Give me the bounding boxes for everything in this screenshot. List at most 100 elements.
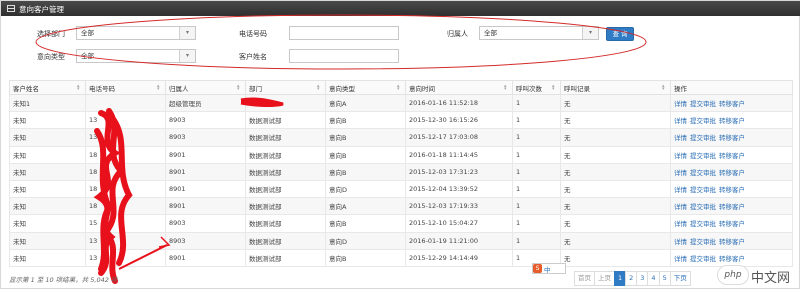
pagination: 首页 上页 1 2 3 4 5 下页 xyxy=(574,271,691,286)
table-cell: 无 xyxy=(560,214,671,233)
transfer-customer-link[interactable]: 转移客户 xyxy=(719,186,745,194)
submit-approval-link[interactable]: 提交审批 xyxy=(690,100,716,108)
table-icon xyxy=(7,5,15,12)
detail-link[interactable]: 详情 xyxy=(674,117,687,125)
col-header[interactable]: 意向时间 ▴ ▾ xyxy=(405,80,513,95)
table-row: 未知 13 8903 数据测试部 意向B 2015-12-30 16:15:26 1 无详情提… xyxy=(9,111,793,130)
col-header[interactable]: 呼叫次数 ▴ ▾ xyxy=(512,80,561,95)
table-cell: 8901 xyxy=(165,145,246,164)
table-cell: 2015-12-10 15:04:27 xyxy=(405,214,513,233)
table-cell: 意向B xyxy=(325,128,406,147)
detail-link[interactable]: 详情 xyxy=(674,152,687,160)
transfer-customer-link[interactable]: 转移客户 xyxy=(719,203,745,211)
col-header[interactable]: 呼叫记录 ▴ ▾ xyxy=(560,80,671,95)
table-cell: 18 xyxy=(85,179,166,199)
table-cell: 意向A xyxy=(325,197,406,216)
table-cell: 未知 xyxy=(9,145,86,164)
ime-mode: 中 xyxy=(544,265,551,274)
table-cell: 2016-01-18 11:14:45 xyxy=(405,145,513,164)
table-cell: 数据测试部 xyxy=(245,179,326,199)
ime-toolbar[interactable]: S 中 xyxy=(532,263,566,274)
col-header: 操作 xyxy=(670,80,793,95)
intent-customer-panel: 意向客户管理 选择部门 全部 ▾ 电话号码 归属人 全部 ▾ 查 询 意向类型 … xyxy=(0,0,800,289)
detail-link[interactable]: 详情 xyxy=(674,186,687,194)
submit-approval-link[interactable]: 提交审批 xyxy=(690,255,716,263)
transfer-customer-link[interactable]: 转移客户 xyxy=(719,152,745,160)
table-cell: 2015-12-29 14:14:49 xyxy=(405,248,513,267)
table-cell: 数据测试部 xyxy=(245,145,326,164)
submit-approval-link[interactable]: 提交审批 xyxy=(690,220,716,228)
table-cell: 1 xyxy=(512,179,561,199)
detail-link[interactable]: 详情 xyxy=(674,255,687,263)
col-header[interactable]: 客户姓名 ▴ ▾ xyxy=(9,80,86,95)
table-cell: 无 xyxy=(560,128,671,147)
sogou-icon: S xyxy=(533,264,542,273)
detail-link[interactable]: 详情 xyxy=(674,100,687,108)
table-cell: 2016-01-16 11:52:18 xyxy=(405,93,513,113)
transfer-customer-link[interactable]: 转移客户 xyxy=(719,255,745,263)
submit-approval-link[interactable]: 提交审批 xyxy=(690,117,716,125)
table-cell: 8901 xyxy=(165,248,246,267)
table-cell: 1 xyxy=(512,162,561,181)
detail-link[interactable]: 详情 xyxy=(674,238,687,246)
transfer-customer-link[interactable]: 转移客户 xyxy=(719,134,745,142)
table-cell: 未知 xyxy=(9,111,86,130)
submit-approval-link[interactable]: 提交审批 xyxy=(690,134,716,142)
table-cell: 无 xyxy=(560,145,671,164)
table-cell: 意向D xyxy=(325,231,406,250)
table-cell: 未知1 xyxy=(9,93,86,113)
row-actions: 详情 提交审批 转移客户 xyxy=(670,197,793,216)
row-actions: 详情 提交审批 转移客户 xyxy=(670,93,793,113)
table-row: 未知 13 8903 数据测试部 意向D 2016-01-19 11:21:00 1 无详情提… xyxy=(9,231,793,250)
table-cell: 无 xyxy=(560,248,671,267)
transfer-customer-link[interactable]: 转移客户 xyxy=(719,169,745,177)
col-header[interactable]: 归属人 ▴ ▾ xyxy=(165,80,246,95)
col-header[interactable]: 意向类型 ▴ ▾ xyxy=(325,80,406,95)
table-cell: 1 xyxy=(512,214,561,233)
watermark-text: 中文网 xyxy=(751,271,791,286)
table-cell: 意向B xyxy=(325,111,406,130)
table-row: 未知 13 8901 数据测试部 意向B 2015-12-29 14:14:49 1 无详情提… xyxy=(9,248,793,267)
detail-link[interactable]: 详情 xyxy=(674,169,687,177)
table-cell: 1 xyxy=(512,145,561,164)
detail-link[interactable]: 详情 xyxy=(674,134,687,142)
transfer-customer-link[interactable]: 转移客户 xyxy=(719,100,745,108)
submit-approval-link[interactable]: 提交审批 xyxy=(690,152,716,160)
table-cell: 数据测试部 xyxy=(245,197,326,216)
table-cell: 8903 xyxy=(165,214,246,233)
row-actions: 详情 提交审批 转移客户 xyxy=(670,179,793,199)
submit-approval-link[interactable]: 提交审批 xyxy=(690,203,716,211)
transfer-customer-link[interactable]: 转移客户 xyxy=(719,117,745,125)
table-cell: 未知 xyxy=(9,214,86,233)
page-next[interactable]: 下页 xyxy=(669,271,691,286)
table-row: 未知1 超级管理员 意向A 2016-01-16 11:52:18 1 无详情 提交审批 转移… xyxy=(9,93,793,113)
table-cell: 无 xyxy=(560,179,671,199)
table-cell: 2016-01-19 11:21:00 xyxy=(405,231,513,250)
page-first[interactable]: 首页 xyxy=(574,271,595,286)
table-cell: 13 xyxy=(85,248,166,267)
detail-link[interactable]: 详情 xyxy=(674,203,687,211)
submit-approval-link[interactable]: 提交审批 xyxy=(690,238,716,246)
row-actions: 详情 提交审批 转移客户 xyxy=(670,162,793,181)
table-header-row: 客户姓名 ▴ ▾ 电话号码 ▴ ▾ 归属人 ▴ ▾ 部门 ▴ ▾ 意向类型 ▴ ▾ 意向时间 ▴ ▾ 呼… xyxy=(9,80,793,95)
submit-approval-link[interactable]: 提交审批 xyxy=(690,186,716,194)
table-row: 未知 18 8901 数据测试部 意向B 2015-12-03 17:31:23 1 无详情提… xyxy=(9,162,793,181)
table-cell: 2015-12-03 17:19:33 xyxy=(405,197,513,216)
submit-approval-link[interactable]: 提交审批 xyxy=(690,169,716,177)
table-cell: 8901 xyxy=(165,197,246,216)
table-cell: 1 xyxy=(512,231,561,250)
detail-link[interactable]: 详情 xyxy=(674,220,687,228)
pagination-info: 显示第 1 至 10 项结果，共 5,042 项 xyxy=(9,276,118,284)
col-header[interactable]: 电话号码 ▴ ▾ xyxy=(85,80,166,95)
page-prev[interactable]: 上页 xyxy=(594,271,615,286)
transfer-customer-link[interactable]: 转移客户 xyxy=(719,238,745,246)
table-cell: 无 xyxy=(560,162,671,181)
table-cell: 8903 xyxy=(165,128,246,147)
table-row: 未知 18 8901 数据测试部 意向A 2015-12-03 17:19:33 1 无详情提… xyxy=(9,197,793,216)
table-cell: 未知 xyxy=(9,162,86,181)
site-watermark: php 中文网 xyxy=(717,264,799,288)
table-cell: 13 xyxy=(85,231,166,250)
table-cell: 未知 xyxy=(9,231,86,250)
col-header[interactable]: 部门 ▴ ▾ xyxy=(245,80,326,95)
transfer-customer-link[interactable]: 转移客户 xyxy=(719,220,745,228)
